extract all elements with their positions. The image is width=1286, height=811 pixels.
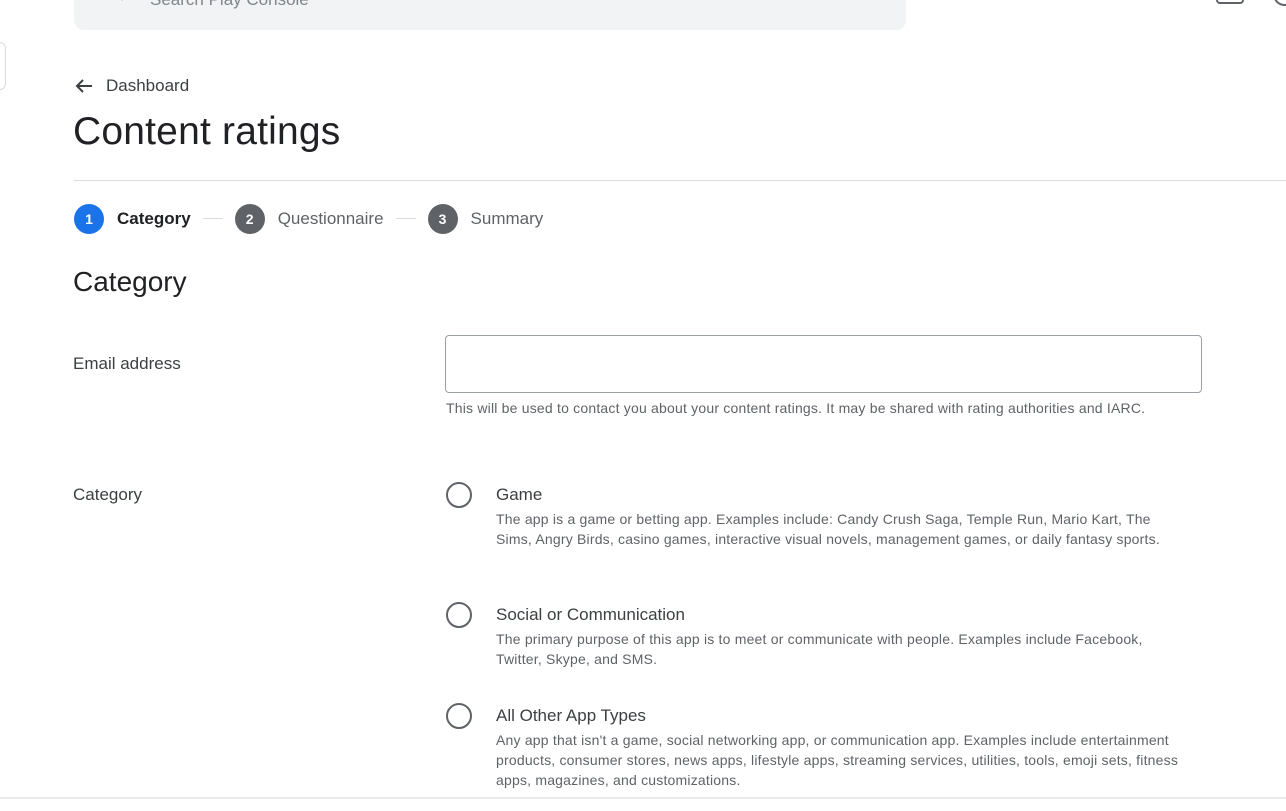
search-placeholder: Search Play Console: [150, 0, 309, 10]
step-label: Category: [117, 208, 191, 228]
option-title: Game: [496, 485, 543, 504]
page-title: Content ratings: [73, 110, 341, 153]
side-panel-toggle[interactable]: [0, 42, 6, 90]
step-number: 1: [74, 203, 104, 234]
step-connector: [395, 218, 416, 219]
search-bar[interactable]: Search Play Console: [74, 0, 906, 30]
step-number: 2: [234, 203, 265, 234]
option-description: Any app that isn't a game, social networ…: [496, 732, 1179, 788]
section-title: Category: [73, 266, 187, 297]
email-helper-text: This will be used to contact you about y…: [446, 400, 1146, 416]
radio-unchecked-icon[interactable]: [446, 602, 472, 628]
step-label: Summary: [470, 208, 544, 228]
email-label: Email address: [73, 354, 181, 373]
category-label: Category: [73, 485, 142, 504]
arrow-back-icon: [74, 76, 94, 96]
radio-unchecked-icon[interactable]: [446, 482, 472, 508]
search-icon: [100, 0, 130, 8]
breadcrumb-label: Dashboard: [106, 76, 190, 95]
top-bar-icon[interactable]: [1274, 0, 1286, 6]
step-questionnaire[interactable]: 2 Questionnaire: [234, 203, 384, 234]
back-to-dashboard-link[interactable]: Dashboard: [74, 76, 189, 96]
radio-unchecked-icon[interactable]: [446, 703, 472, 729]
step-label: Questionnaire: [277, 208, 384, 228]
step-connector: [202, 218, 223, 219]
header-divider: [74, 180, 1286, 181]
option-description: The app is a game or betting app. Exampl…: [496, 511, 1160, 547]
email-field[interactable]: [445, 335, 1202, 393]
option-description: The primary purpose of this app is to me…: [496, 631, 1143, 667]
step-number: 3: [427, 203, 458, 234]
step-category[interactable]: 1 Category: [74, 203, 191, 234]
top-bar-icon[interactable]: [1216, 0, 1244, 4]
bottom-divider: [0, 797, 1286, 799]
option-title: All Other App Types: [496, 706, 646, 725]
option-title: Social or Communication: [496, 605, 685, 624]
stepper: 1 Category 2 Questionnaire 3 Summary: [74, 203, 543, 234]
step-summary[interactable]: 3 Summary: [427, 203, 544, 234]
